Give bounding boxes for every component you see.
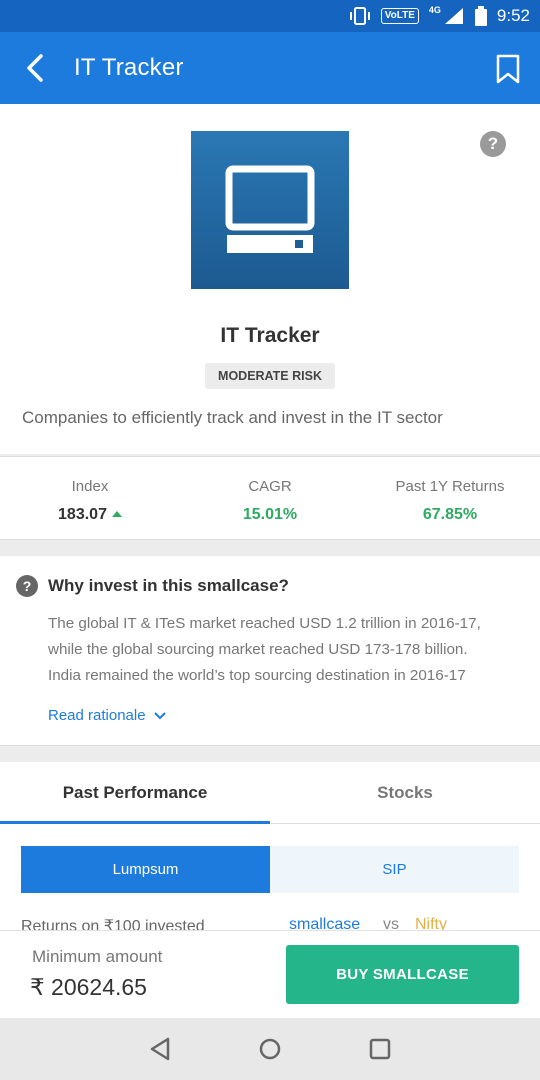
returns-label: Returns on ₹100 invested (21, 918, 205, 930)
page-title: IT Tracker (74, 54, 184, 81)
status-icons: VoLTE 4G 9:52 (349, 0, 530, 32)
sip-button[interactable]: SIP (270, 846, 519, 893)
vibrate-icon (349, 7, 370, 25)
stat-index-value-row: 183.07 (0, 506, 180, 524)
nav-recents-icon[interactable] (366, 1035, 394, 1063)
nav-home-icon[interactable] (256, 1035, 284, 1063)
why-invest-title: Why invest in this smallcase? (48, 576, 289, 595)
why-line: India remained the world’s top sourcing … (48, 667, 466, 684)
buy-smallcase-button[interactable]: BUY SMALLCASE (286, 945, 519, 1004)
bookmark-icon[interactable] (494, 54, 522, 84)
minimum-amount-label: Minimum amount (32, 947, 163, 966)
legend-smallcase: smallcase (289, 916, 361, 930)
up-arrow-icon (111, 510, 122, 517)
smallcase-overview: ? IT Tracker MODERATE RISK Companies to … (0, 104, 540, 454)
volte-badge: VoLTE (380, 8, 419, 24)
nav-back-icon[interactable] (146, 1035, 174, 1063)
system-nav-bar (0, 1018, 540, 1080)
minimum-amount-value: ₹ 20624.65 (30, 974, 147, 1000)
app-bar: IT Tracker (0, 32, 540, 104)
tab-stocks[interactable]: Stocks (270, 762, 540, 824)
stat-returns-value: 67.85% (422, 506, 478, 523)
risk-badge: MODERATE RISK (205, 363, 335, 389)
computer-icon (225, 165, 315, 253)
stats-row: Index 183.07 CAGR 15.01% Past 1Y Returns… (0, 456, 540, 540)
stat-index-label: Index (71, 478, 109, 495)
question-icon: ? (16, 575, 38, 597)
investment-type-toggle: Lumpsum SIP (21, 846, 519, 893)
why-invest-text: The global IT & ITeS market reached USD … (48, 611, 528, 689)
stat-index-value: 183.07 (58, 506, 107, 523)
why-line: The global IT & ITeS market reached USD … (48, 615, 481, 632)
performance-section: Past Performance Stocks Lumpsum SIP Retu… (0, 762, 540, 930)
read-rationale-link[interactable]: Read rationale (48, 707, 167, 724)
smallcase-description: Companies to efficiently track and inves… (22, 408, 443, 427)
why-line: while the global sourcing market reached… (48, 641, 468, 658)
clock: 9:52 (496, 6, 530, 25)
why-invest-card: ? Why invest in this smallcase? The glob… (0, 556, 540, 746)
stat-cagr-label: CAGR (248, 478, 292, 495)
help-icon[interactable]: ? (480, 131, 506, 157)
smallcase-logo (191, 131, 349, 289)
signal-icon (444, 8, 463, 24)
status-bar: VoLTE 4G 9:52 (0, 0, 540, 32)
returns-legend: Returns on ₹100 invested smallcase vs Ni… (21, 916, 447, 930)
legend-nifty: Nifty (415, 916, 447, 930)
back-arrow-icon[interactable] (20, 52, 52, 84)
legend-vs: vs (383, 916, 399, 930)
buy-bar: Minimum amount ₹ 20624.65 BUY SMALLCASE (0, 930, 540, 1018)
network-type: 4G (428, 5, 441, 15)
stat-returns-label: Past 1Y Returns (395, 478, 505, 495)
lumpsum-button[interactable]: Lumpsum (21, 846, 270, 893)
stat-cagr-value: 15.01% (242, 506, 298, 523)
read-rationale-label: Read rationale (48, 707, 146, 724)
battery-icon (474, 6, 487, 26)
chevron-down-icon (153, 711, 166, 719)
smallcase-name: IT Tracker (220, 324, 320, 347)
tab-past-performance[interactable]: Past Performance (0, 762, 270, 824)
